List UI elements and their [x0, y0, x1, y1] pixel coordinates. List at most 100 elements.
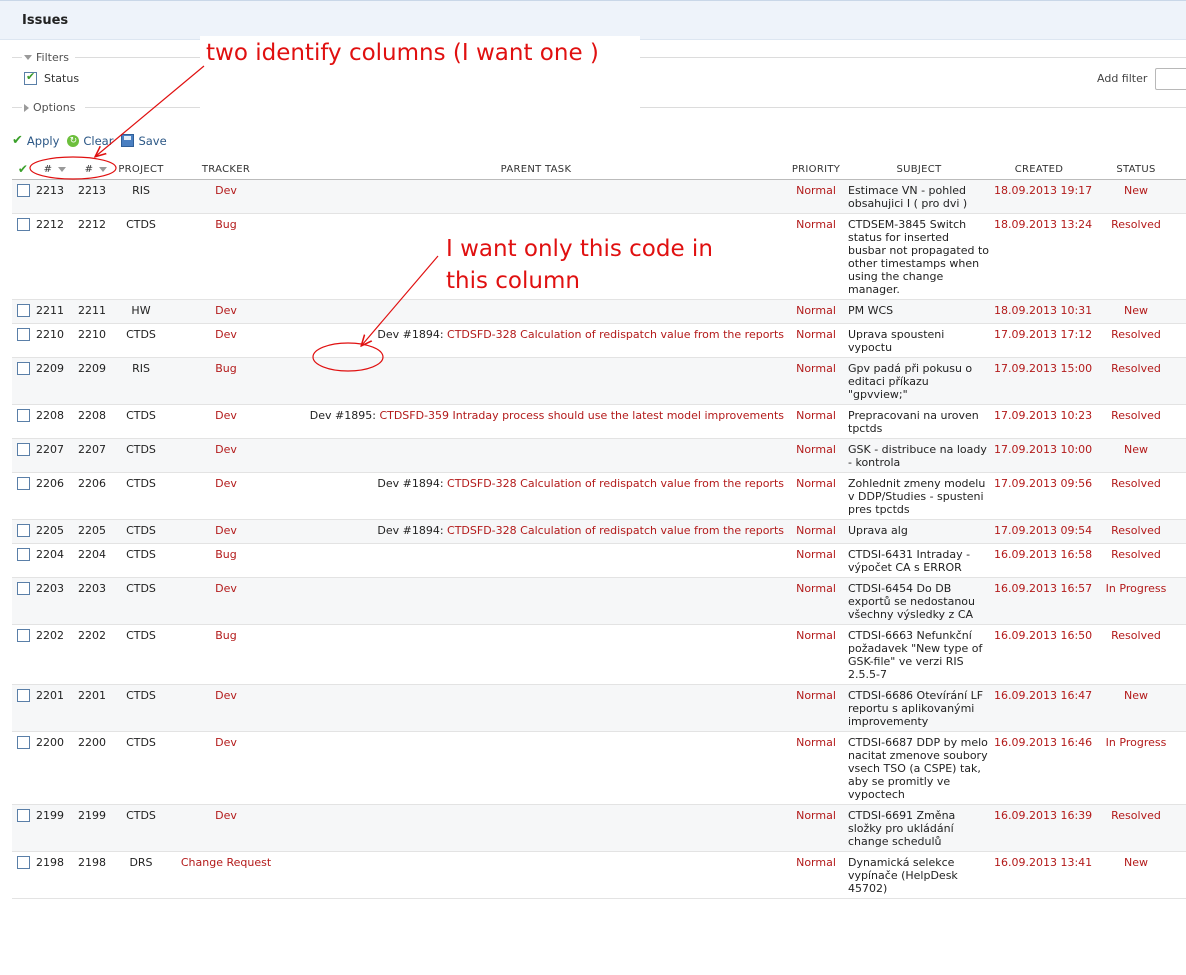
issue-subject[interactable]: CTDSI-6687 DDP by melo nacitat zmenove s…: [846, 731, 992, 805]
issue-id-duplicate[interactable]: 2203: [76, 577, 116, 625]
row-checkbox[interactable]: [16, 327, 30, 341]
row-checkbox[interactable]: [16, 628, 30, 642]
column-header-id-duplicate[interactable]: #: [76, 160, 116, 180]
issue-subject[interactable]: Uprava spousteni vypoctu: [846, 323, 992, 358]
issue-subject[interactable]: CTDSI-6686 Otevírání LF reportu s apliko…: [846, 684, 992, 732]
issue-subject[interactable]: Prepracovani na uroven tpctds: [846, 404, 992, 439]
table-row[interactable]: 2211 2211 HW Dev Normal PM WCS 18.09.2013 10:…: [12, 299, 1186, 324]
parent-task-title[interactable]: CTDSFD-328 Calculation of redispatch val…: [447, 477, 784, 490]
issue-subject[interactable]: Uprava alg: [846, 519, 992, 544]
issue-id[interactable]: 2199: [34, 804, 76, 852]
issue-id[interactable]: 2208: [34, 404, 76, 439]
table-row[interactable]: 2203 2203 CTDS Dev Normal CTDSI-6454 Do DB e…: [12, 577, 1186, 625]
issue-subject[interactable]: Zohlednit zmeny modelu v DDP/Studies - s…: [846, 472, 992, 520]
issue-id[interactable]: 2204: [34, 543, 76, 578]
column-header-status[interactable]: STATUS: [1086, 160, 1186, 180]
issue-id[interactable]: 2210: [34, 323, 76, 358]
issue-id-duplicate[interactable]: 2202: [76, 624, 116, 685]
status-filter-checkbox[interactable]: [24, 70, 37, 85]
parent-task-code[interactable]: Dev #1894:: [377, 524, 443, 537]
parent-task-title[interactable]: CTDSFD-359 Intraday process should use t…: [379, 409, 784, 422]
table-row[interactable]: 2201 2201 CTDS Dev Normal CTDSI-6686 Otevírá…: [12, 684, 1186, 732]
table-row[interactable]: 2213 2213 RIS Dev Normal Estimace VN - pohle…: [12, 179, 1186, 214]
clear-button[interactable]: ↻ Clear: [67, 134, 113, 148]
row-checkbox[interactable]: [16, 581, 30, 595]
issue-id[interactable]: 2201: [34, 684, 76, 732]
row-checkbox[interactable]: [16, 303, 30, 317]
table-row[interactable]: 2199 2199 CTDS Dev Normal CTDSI-6691 Změna s…: [12, 804, 1186, 852]
issue-id[interactable]: 2209: [34, 357, 76, 405]
table-row[interactable]: 2208 2208 CTDS Dev Dev #1895: CTDSFD-359 Int…: [12, 404, 1186, 439]
parent-task-title[interactable]: CTDSFD-328 Calculation of redispatch val…: [447, 328, 784, 341]
issue-subject[interactable]: CTDSI-6431 Intraday - výpočet CA s ERROR: [846, 543, 992, 578]
table-row[interactable]: 2200 2200 CTDS Dev Normal CTDSI-6687 DDP by …: [12, 731, 1186, 805]
row-checkbox[interactable]: [16, 408, 30, 422]
table-row[interactable]: 2210 2210 CTDS Dev Dev #1894: CTDSFD-328 Cal…: [12, 323, 1186, 358]
row-checkbox[interactable]: [16, 442, 30, 456]
issue-subject[interactable]: CTDSEM-3845 Switch status for inserted b…: [846, 213, 992, 300]
issue-id[interactable]: 2203: [34, 577, 76, 625]
issue-subject[interactable]: CTDSI-6663 Nefunkční požadavek "New type…: [846, 624, 992, 685]
issue-subject[interactable]: Gpv padá při pokusu o editaci příkazu "g…: [846, 357, 992, 405]
row-checkbox[interactable]: [16, 476, 30, 490]
issue-id[interactable]: 2205: [34, 519, 76, 544]
issue-subject[interactable]: CTDSI-6691 Změna složky pro ukládání cha…: [846, 804, 992, 852]
apply-button[interactable]: ✔ Apply: [12, 133, 59, 148]
issue-id[interactable]: 2198: [34, 851, 76, 899]
issue-subject[interactable]: GSK - distribuce na loady - kontrola: [846, 438, 992, 473]
issue-id-duplicate[interactable]: 2211: [76, 299, 116, 324]
row-checkbox[interactable]: [16, 361, 30, 375]
parent-task-title[interactable]: CTDSFD-328 Calculation of redispatch val…: [447, 524, 784, 537]
issue-id-duplicate[interactable]: 2200: [76, 731, 116, 805]
table-row[interactable]: 2202 2202 CTDS Bug Normal CTDSI-6663 Nefunkč…: [12, 624, 1186, 685]
row-checkbox[interactable]: [16, 183, 30, 197]
issue-id[interactable]: 2212: [34, 213, 76, 300]
issue-id-duplicate[interactable]: 2199: [76, 804, 116, 852]
column-header-project[interactable]: PROJECT: [116, 160, 166, 180]
row-checkbox[interactable]: [16, 855, 30, 869]
issue-id[interactable]: 2206: [34, 472, 76, 520]
issue-id-duplicate[interactable]: 2205: [76, 519, 116, 544]
issue-id-duplicate[interactable]: 2212: [76, 213, 116, 300]
issue-id-duplicate[interactable]: 2206: [76, 472, 116, 520]
add-filter-select[interactable]: [1155, 68, 1186, 90]
issue-id-duplicate[interactable]: 2213: [76, 179, 116, 214]
row-checkbox[interactable]: [16, 688, 30, 702]
issue-subject[interactable]: Dynamická selekce vypínače (HelpDesk 457…: [846, 851, 992, 899]
issue-id-duplicate[interactable]: 2207: [76, 438, 116, 473]
options-legend[interactable]: Options: [24, 101, 75, 114]
column-header-subject[interactable]: SUBJECT: [846, 160, 992, 180]
issue-subject[interactable]: Estimace VN - pohled obsahujici I ( pro …: [846, 179, 992, 214]
toggle-all-checkbox[interactable]: ✔: [12, 160, 34, 180]
table-row[interactable]: 2207 2207 CTDS Dev Normal GSK - distribuce n…: [12, 438, 1186, 473]
issue-id[interactable]: 2202: [34, 624, 76, 685]
column-header-created[interactable]: CREATED: [992, 160, 1086, 180]
issue-id-duplicate[interactable]: 2204: [76, 543, 116, 578]
table-row[interactable]: 2206 2206 CTDS Dev Dev #1894: CTDSFD-328 Cal…: [12, 472, 1186, 520]
column-header-priority[interactable]: PRIORITY: [786, 160, 846, 180]
parent-task-code[interactable]: Dev #1895:: [310, 409, 376, 422]
issue-id[interactable]: 2200: [34, 731, 76, 805]
issue-id-duplicate[interactable]: 2210: [76, 323, 116, 358]
parent-task-code[interactable]: Dev #1894:: [377, 477, 443, 490]
row-checkbox[interactable]: [16, 547, 30, 561]
save-button[interactable]: Save: [121, 134, 167, 148]
issue-subject[interactable]: CTDSI-6454 Do DB exportů se nedostanou v…: [846, 577, 992, 625]
issue-subject[interactable]: PM WCS: [846, 299, 992, 324]
column-header-tracker[interactable]: TRACKER: [166, 160, 286, 180]
row-checkbox[interactable]: [16, 217, 30, 231]
table-row[interactable]: 2198 2198 DRS Change Request Normal Dynamick…: [12, 851, 1186, 899]
row-checkbox[interactable]: [16, 735, 30, 749]
table-row[interactable]: 2204 2204 CTDS Bug Normal CTDSI-6431 Intrada…: [12, 543, 1186, 578]
issue-id-duplicate[interactable]: 2208: [76, 404, 116, 439]
table-row[interactable]: 2209 2209 RIS Bug Normal Gpv padá při pokusu…: [12, 357, 1186, 405]
filters-legend[interactable]: Filters: [24, 51, 69, 64]
issue-id[interactable]: 2213: [34, 179, 76, 214]
row-checkbox[interactable]: [16, 808, 30, 822]
issue-id[interactable]: 2207: [34, 438, 76, 473]
issue-id[interactable]: 2211: [34, 299, 76, 324]
column-header-id[interactable]: #: [34, 160, 76, 180]
issue-id-duplicate[interactable]: 2201: [76, 684, 116, 732]
column-header-parent-task[interactable]: PARENT TASK: [286, 160, 786, 180]
issue-id-duplicate[interactable]: 2209: [76, 357, 116, 405]
